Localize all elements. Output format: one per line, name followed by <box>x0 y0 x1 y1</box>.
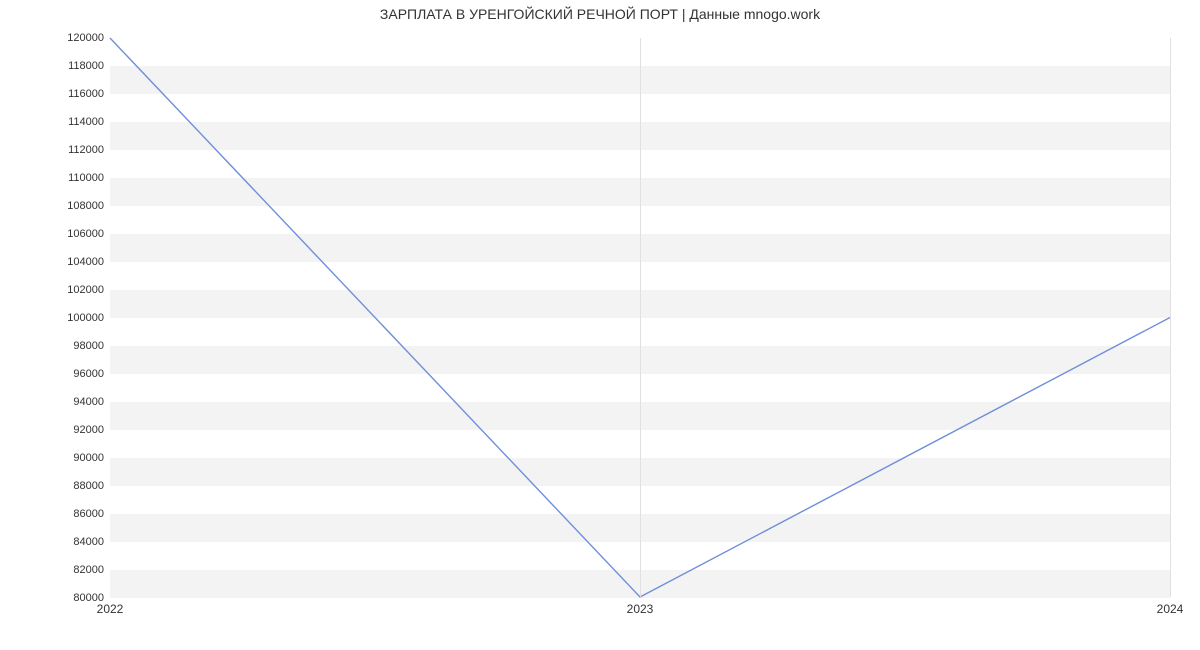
y-tick-label: 90000 <box>14 452 104 464</box>
y-tick-label: 106000 <box>14 228 104 240</box>
y-tick-label: 108000 <box>14 200 104 212</box>
y-tick-label: 82000 <box>14 564 104 576</box>
y-tick-label: 86000 <box>14 508 104 520</box>
x-tick-label: 2022 <box>97 602 124 616</box>
y-tick-label: 120000 <box>14 32 104 44</box>
x-tick-label: 2023 <box>627 602 654 616</box>
y-tick-label: 112000 <box>14 144 104 156</box>
plot-area <box>110 38 1170 598</box>
x-tick-label: 2024 <box>1157 602 1184 616</box>
y-tick-label: 116000 <box>14 88 104 100</box>
y-tick-label: 80000 <box>14 592 104 604</box>
y-tick-label: 114000 <box>14 116 104 128</box>
x-grid-line <box>640 38 641 597</box>
chart-title: ЗАРПЛАТА В УРЕНГОЙСКИЙ РЕЧНОЙ ПОРТ | Дан… <box>0 6 1200 22</box>
y-tick-label: 96000 <box>14 368 104 380</box>
y-tick-label: 98000 <box>14 340 104 352</box>
y-tick-label: 118000 <box>14 60 104 72</box>
y-tick-label: 84000 <box>14 536 104 548</box>
x-grid-line <box>1170 38 1171 597</box>
y-tick-label: 92000 <box>14 424 104 436</box>
y-tick-label: 94000 <box>14 396 104 408</box>
y-tick-label: 110000 <box>14 172 104 184</box>
y-tick-label: 100000 <box>14 312 104 324</box>
y-tick-label: 102000 <box>14 284 104 296</box>
y-tick-label: 88000 <box>14 480 104 492</box>
chart-container: ЗАРПЛАТА В УРЕНГОЙСКИЙ РЕЧНОЙ ПОРТ | Дан… <box>0 0 1200 650</box>
y-tick-label: 104000 <box>14 256 104 268</box>
